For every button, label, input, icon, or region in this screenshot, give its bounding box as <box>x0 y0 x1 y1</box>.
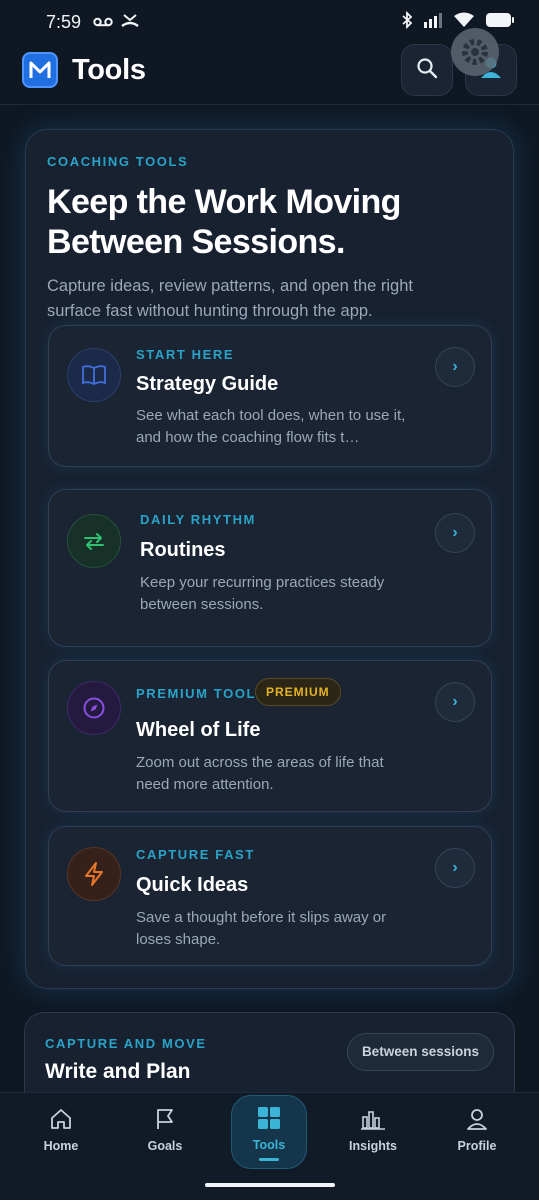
nav-insights[interactable]: Insights <box>335 1103 411 1169</box>
card-description: Zoom out across the areas of life that n… <box>136 754 384 793</box>
app-logo-icon <box>22 52 58 88</box>
gear-icon <box>450 27 500 82</box>
coaching-tools-panel: COACHING TOOLS Keep the Work Moving Betw… <box>25 129 514 989</box>
person-icon <box>465 1105 489 1133</box>
chevron-right-icon[interactable]: › <box>435 848 475 888</box>
nav-label: Insights <box>349 1139 397 1153</box>
card-eyebrow: START HERE <box>136 347 235 362</box>
home-indicator[interactable] <box>205 1183 335 1187</box>
home-icon <box>49 1105 73 1133</box>
nav-label: Home <box>43 1139 79 1153</box>
section-title: Write and Plan <box>45 1060 191 1083</box>
card-eyebrow: CAPTURE FAST <box>136 847 255 862</box>
account-settings-button[interactable] <box>451 28 517 96</box>
nav-label: Profile <box>457 1139 497 1153</box>
card-description: See what each tool does, when to use it,… <box>136 407 406 446</box>
card-description: Save a thought before it slips away or l… <box>136 909 387 948</box>
flag-icon <box>154 1105 176 1133</box>
between-sessions-chip[interactable]: Between sessions <box>346 1033 494 1071</box>
card-eyebrow: DAILY RHYTHM <box>140 512 256 527</box>
compass-icon <box>67 681 121 735</box>
card-title: Strategy Guide <box>136 373 279 395</box>
nav-profile[interactable]: Profile <box>439 1103 515 1169</box>
active-indicator <box>259 1158 279 1161</box>
voicemail-icon <box>93 12 113 33</box>
tool-card-quick-ideas[interactable]: CAPTURE FAST Quick Ideas Save a thought … <box>48 826 492 966</box>
card-title: Wheel of Life <box>136 719 261 741</box>
tool-card-strategy-guide[interactable]: START HERE Strategy Guide See what each … <box>48 325 492 467</box>
bar-chart-icon <box>361 1105 385 1133</box>
nav-label: Tools <box>252 1138 286 1152</box>
nav-label: Goals <box>147 1139 183 1153</box>
hero-subtitle: Capture ideas, review patterns, and open… <box>47 277 413 320</box>
premium-badge: PREMIUM <box>255 678 341 706</box>
section-eyebrow: CAPTURE AND MOVE <box>45 1036 207 1051</box>
chevron-right-icon[interactable]: › <box>435 682 475 722</box>
nav-home[interactable]: Home <box>23 1103 99 1169</box>
search-icon <box>416 57 438 84</box>
chevron-right-icon[interactable]: › <box>435 513 475 553</box>
chevron-right-icon[interactable]: › <box>435 347 475 387</box>
tool-card-routines[interactable]: DAILY RHYTHM Routines Keep your recurrin… <box>48 489 492 647</box>
hero-title: Keep the Work Moving Between Sessions. <box>47 183 401 261</box>
repeat-icon <box>67 514 121 568</box>
book-icon <box>67 348 121 402</box>
missed-call-icon <box>121 12 139 33</box>
page-title: Tools <box>72 53 146 86</box>
card-title: Routines <box>140 539 226 561</box>
tool-card-wheel-of-life[interactable]: PREMIUM TOOL PREMIUM Wheel of Life Zoom … <box>48 660 492 812</box>
grid-icon <box>257 1104 281 1132</box>
status-time: 7:59 <box>46 11 82 32</box>
card-eyebrow: PREMIUM TOOL <box>136 686 257 701</box>
app-bar-divider <box>0 104 539 105</box>
signal-icon <box>423 12 443 33</box>
app-bar: Tools <box>0 28 539 104</box>
hero-eyebrow: COACHING TOOLS <box>47 154 189 169</box>
nav-tools[interactable]: Tools <box>231 1095 307 1169</box>
nav-goals[interactable]: Goals <box>127 1103 203 1169</box>
search-button[interactable] <box>401 44 453 96</box>
bluetooth-icon <box>401 10 413 34</box>
card-title: Quick Ideas <box>136 874 249 896</box>
lightning-icon <box>67 847 121 901</box>
card-description: Keep your recurring practices steady bet… <box>140 574 385 613</box>
